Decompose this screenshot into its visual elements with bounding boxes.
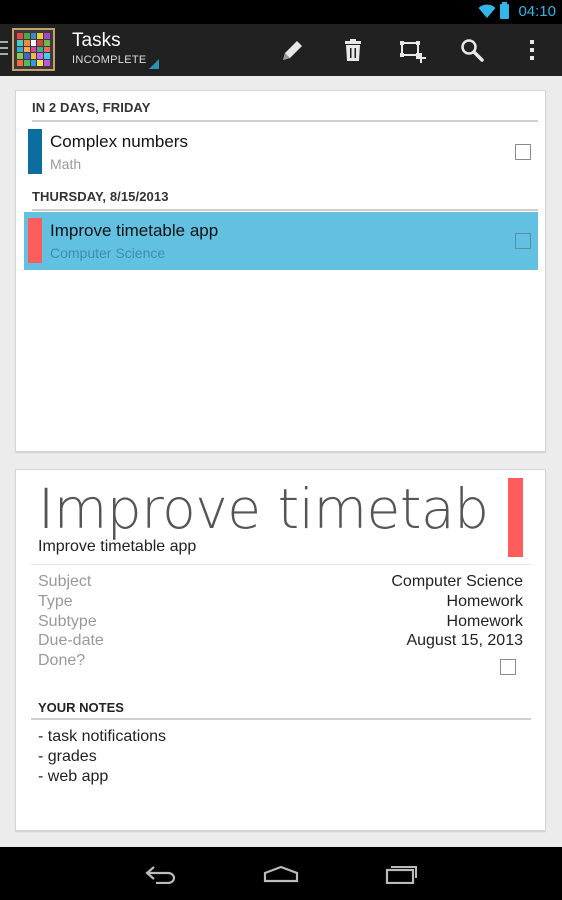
overflow-icon — [530, 40, 534, 60]
home-icon — [263, 865, 299, 882]
spinner-indicator-icon — [149, 59, 159, 69]
back-icon — [145, 865, 176, 884]
detail-big-title: Improve timetable app — [38, 478, 494, 540]
property-value: Homework — [446, 593, 523, 610]
property-type: Type Homework — [38, 593, 523, 613]
page-title: Tasks — [72, 30, 121, 51]
task-detail-card: Improve timetable app Improve timetable … — [15, 469, 546, 831]
note-line: - grades — [38, 748, 97, 765]
status-bar: 04:10 — [0, 0, 562, 24]
task-title: Improve timetable app — [50, 221, 219, 240]
subject-color-bar — [28, 218, 42, 263]
add-item-icon — [400, 41, 426, 63]
recent-apps-icon — [385, 865, 417, 884]
property-label: Type — [38, 593, 73, 610]
property-value: August 15, 2013 — [406, 632, 523, 649]
wifi-icon — [478, 4, 496, 18]
navigation-bar — [0, 847, 562, 900]
search-icon — [461, 39, 484, 62]
property-value: Computer Science — [391, 573, 523, 590]
clock: 04:10 — [518, 3, 556, 20]
notes-header-label: YOUR NOTES — [38, 700, 124, 715]
task-subject: Math — [50, 156, 82, 172]
section-header: IN 2 DAYS, FRIDAY — [32, 94, 538, 122]
property-label: Done? — [38, 652, 86, 669]
note-line: - task notifications — [38, 728, 167, 745]
task-subject: Computer Science — [50, 245, 166, 261]
property-label: Subtype — [38, 613, 97, 630]
task-row-complex-numbers[interactable]: Complex numbers Math — [24, 123, 538, 181]
home-button[interactable] — [241, 847, 321, 900]
divider — [31, 564, 531, 565]
section-header: THURSDAY, 8/15/2013 — [32, 183, 538, 211]
delete-button[interactable] — [323, 24, 383, 76]
note-line: - web app — [38, 768, 109, 785]
add-task-button[interactable] — [383, 24, 443, 76]
property-subtype: Subtype Homework — [38, 613, 523, 633]
task-done-checkbox[interactable] — [515, 144, 531, 160]
back-button[interactable] — [121, 847, 201, 900]
detail-color-bar — [508, 478, 523, 557]
overflow-menu-button[interactable] — [502, 24, 562, 76]
pencil-icon — [283, 41, 302, 60]
app-logo-icon[interactable] — [12, 28, 55, 71]
battery-icon — [500, 2, 509, 19]
property-label: Subject — [38, 573, 92, 590]
task-row-improve-timetable-app[interactable]: Improve timetable app Computer Science — [24, 212, 538, 270]
section-header-label: THURSDAY, 8/15/2013 — [32, 189, 169, 204]
subject-color-bar — [28, 129, 42, 174]
property-done: Done? — [38, 652, 523, 682]
edit-button[interactable] — [263, 24, 323, 76]
search-button[interactable] — [442, 24, 502, 76]
property-label: Due-date — [38, 632, 104, 649]
drawer-indicator-icon[interactable] — [0, 41, 8, 57]
detail-task-name: Improve timetable app — [38, 538, 197, 555]
trash-icon — [345, 39, 361, 61]
property-value: Homework — [446, 613, 523, 630]
page-subtitle: INCOMPLETE — [72, 54, 147, 66]
task-done-checkbox[interactable] — [515, 233, 531, 249]
title-spinner[interactable]: Tasks INCOMPLETE — [72, 30, 147, 67]
done-checkbox[interactable] — [500, 659, 516, 675]
action-bar: Tasks INCOMPLETE — [0, 24, 562, 76]
recent-apps-button[interactable] — [361, 847, 441, 900]
property-due-date: Due-date August 15, 2013 — [38, 632, 523, 652]
task-list-card: IN 2 DAYS, FRIDAY Complex numbers Math T… — [15, 90, 546, 452]
section-header-label: IN 2 DAYS, FRIDAY — [32, 100, 151, 115]
task-title: Complex numbers — [50, 132, 188, 151]
property-subject: Subject Computer Science — [38, 573, 523, 593]
notes-header: YOUR NOTES — [31, 698, 531, 720]
